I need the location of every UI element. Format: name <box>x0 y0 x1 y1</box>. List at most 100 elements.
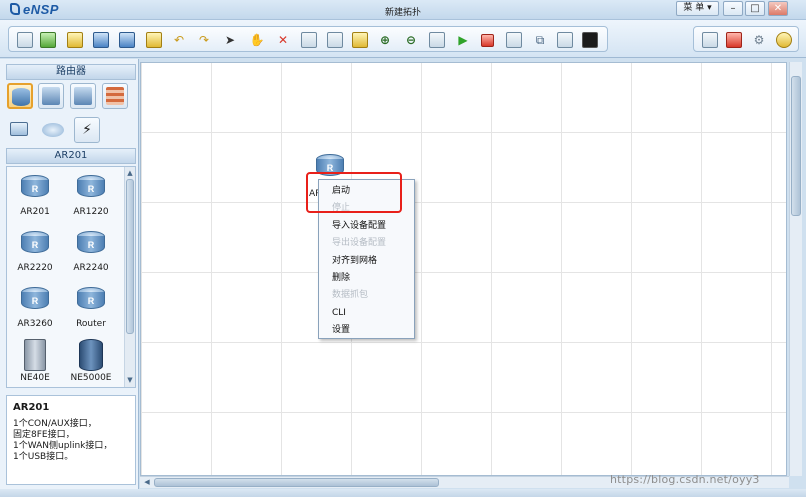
cloud-category-icon[interactable] <box>40 117 66 143</box>
description-line: 1个WAN侧uplink接口， <box>13 441 113 451</box>
device-label: NE40E <box>20 373 50 383</box>
hand-icon[interactable]: ✋ <box>249 32 265 48</box>
new-topology-icon[interactable] <box>17 32 33 48</box>
start-icon[interactable]: ▶ <box>455 32 471 48</box>
status-bar <box>0 489 806 497</box>
device-label: AR2220 <box>17 263 53 273</box>
scroll-up-icon[interactable]: ▲ <box>125 168 135 178</box>
cloud-glyph <box>42 123 64 137</box>
main-menu-button[interactable]: 菜 单 ▾ <box>676 1 719 16</box>
device-ar1220[interactable]: R AR1220 <box>63 171 119 227</box>
switch-glyph <box>42 87 60 105</box>
wlan-category-icon[interactable] <box>70 83 96 109</box>
topology-icon[interactable]: ⧉ <box>532 32 548 48</box>
menu-item-delete[interactable]: 删除 <box>319 270 414 287</box>
device-label: AR3260 <box>17 319 53 329</box>
topology-canvas[interactable] <box>140 62 787 476</box>
menu-item-settings[interactable]: 设置 <box>319 322 414 339</box>
canvas-horizontal-scroll-thumb[interactable] <box>154 478 439 487</box>
canvas-vertical-scroll-thumb[interactable] <box>791 76 801 216</box>
chassis-icon <box>79 339 103 371</box>
rectangle-icon[interactable] <box>352 32 368 48</box>
device-list-scrollbar[interactable]: ▲ ▼ <box>124 167 135 387</box>
toolbar-right-group: ⚙ <box>693 26 799 52</box>
zoom-in-icon[interactable]: ⊕ <box>377 32 393 48</box>
device-description: AR201 1个CON/AUX接口， 固定8FE接口， 1个WAN侧uplink… <box>6 395 136 485</box>
firewall-category-icon[interactable] <box>102 83 128 109</box>
menu-item-import-config[interactable]: 导入设备配置 <box>319 218 414 235</box>
huawei-icon[interactable] <box>726 32 742 48</box>
switches-category-icon[interactable] <box>38 83 64 109</box>
watermark: https://blog.csdn.net/oyy3 <box>610 473 760 486</box>
device-list-scroll-thumb[interactable] <box>126 179 134 334</box>
main-menu-label: 菜 单 <box>683 3 705 13</box>
print-icon[interactable] <box>146 32 162 48</box>
scroll-left-icon[interactable]: ◀ <box>142 477 152 487</box>
router-icon: R <box>77 175 105 201</box>
device-ne5000e[interactable]: NE5000E <box>63 337 119 387</box>
settings-icon[interactable]: ⚙ <box>751 32 767 48</box>
menu-item-align-grid[interactable]: 对齐到网格 <box>319 253 414 270</box>
stop-icon[interactable] <box>481 34 494 47</box>
wlan-glyph <box>74 87 92 105</box>
device-ar2220[interactable]: R AR2220 <box>7 227 63 283</box>
annotation-highlight <box>306 172 402 213</box>
device-label: AR201 <box>20 207 50 217</box>
grid-icon[interactable] <box>557 32 573 48</box>
close-button[interactable]: ✕ <box>768 1 788 16</box>
pc-glyph <box>10 122 28 136</box>
redo-icon[interactable]: ↷ <box>196 32 212 48</box>
help-icon[interactable] <box>776 32 792 48</box>
new-exam-icon[interactable] <box>40 32 56 48</box>
device-ar3260[interactable]: R AR3260 <box>7 283 63 339</box>
device-list: R AR201 R AR1220 R AR2220 R AR2240 R AR3… <box>6 166 136 388</box>
device-label: NE5000E <box>70 373 112 383</box>
device-ar201[interactable]: R AR201 <box>7 171 63 227</box>
device-label: AR1220 <box>73 207 109 217</box>
description-line: 1个CON/AUX接口， <box>13 419 97 429</box>
zoom-out-icon[interactable]: ⊖ <box>403 32 419 48</box>
lightning-icon: ⚡ <box>82 122 92 138</box>
category-title: 路由器 <box>6 64 136 80</box>
description-line: 固定8FE接口， <box>13 430 75 440</box>
router-icon: R <box>21 287 49 313</box>
text-icon[interactable] <box>327 32 343 48</box>
minimize-button[interactable]: – <box>723 1 743 16</box>
comment-icon[interactable] <box>702 32 718 48</box>
pointer-icon[interactable]: ➤ <box>222 32 238 48</box>
scroll-down-icon[interactable]: ▼ <box>125 375 135 385</box>
device-router[interactable]: R Router <box>63 283 119 339</box>
router-icon: R <box>21 175 49 201</box>
device-label: AR2240 <box>73 263 109 273</box>
device-panel: 路由器 ⚡ AR201 R AR201 R AR1220 R AR2220 R … <box>0 59 139 491</box>
device-label: Router <box>76 319 106 329</box>
terminal-icon[interactable] <box>582 32 598 48</box>
connection-category-icon[interactable]: ⚡ <box>74 117 100 143</box>
undo-icon[interactable]: ↶ <box>171 32 187 48</box>
toolbar-main-group: ↶ ↷ ➤ ✋ ✕ ⊕ ⊖ ▶ ⧉ <box>8 26 608 52</box>
delete-icon[interactable]: ✕ <box>275 32 291 48</box>
device-ar2240[interactable]: R AR2240 <box>63 227 119 283</box>
menu-item-cli[interactable]: CLI <box>319 305 414 322</box>
maximize-button[interactable]: □ <box>745 1 765 16</box>
menu-item-export-config: 导出设备配置 <box>332 238 387 249</box>
routers-category-icon[interactable] <box>7 83 33 109</box>
save-icon[interactable] <box>93 32 109 48</box>
pc-category-icon[interactable] <box>7 117 33 143</box>
chassis-icon <box>24 339 46 371</box>
save-as-icon[interactable] <box>119 32 135 48</box>
canvas-vertical-scrollbar[interactable] <box>789 62 802 476</box>
router-icon: R <box>77 231 105 257</box>
description-title: AR201 <box>13 402 50 413</box>
fit-icon[interactable] <box>429 32 445 48</box>
router-icon: R <box>21 231 49 257</box>
toolbar: ↶ ↷ ➤ ✋ ✕ ⊕ ⊖ ▶ ⧉ ⚙ <box>0 20 806 58</box>
open-icon[interactable] <box>67 32 83 48</box>
capture-icon[interactable] <box>506 32 522 48</box>
delete-link-icon[interactable] <box>301 32 317 48</box>
subcategory-title: AR201 <box>6 148 136 164</box>
router-glyph <box>12 88 30 106</box>
device-ne40e[interactable]: NE40E <box>7 337 63 387</box>
description-line: 1个USB接口。 <box>13 452 74 462</box>
router-icon: R <box>77 287 105 313</box>
